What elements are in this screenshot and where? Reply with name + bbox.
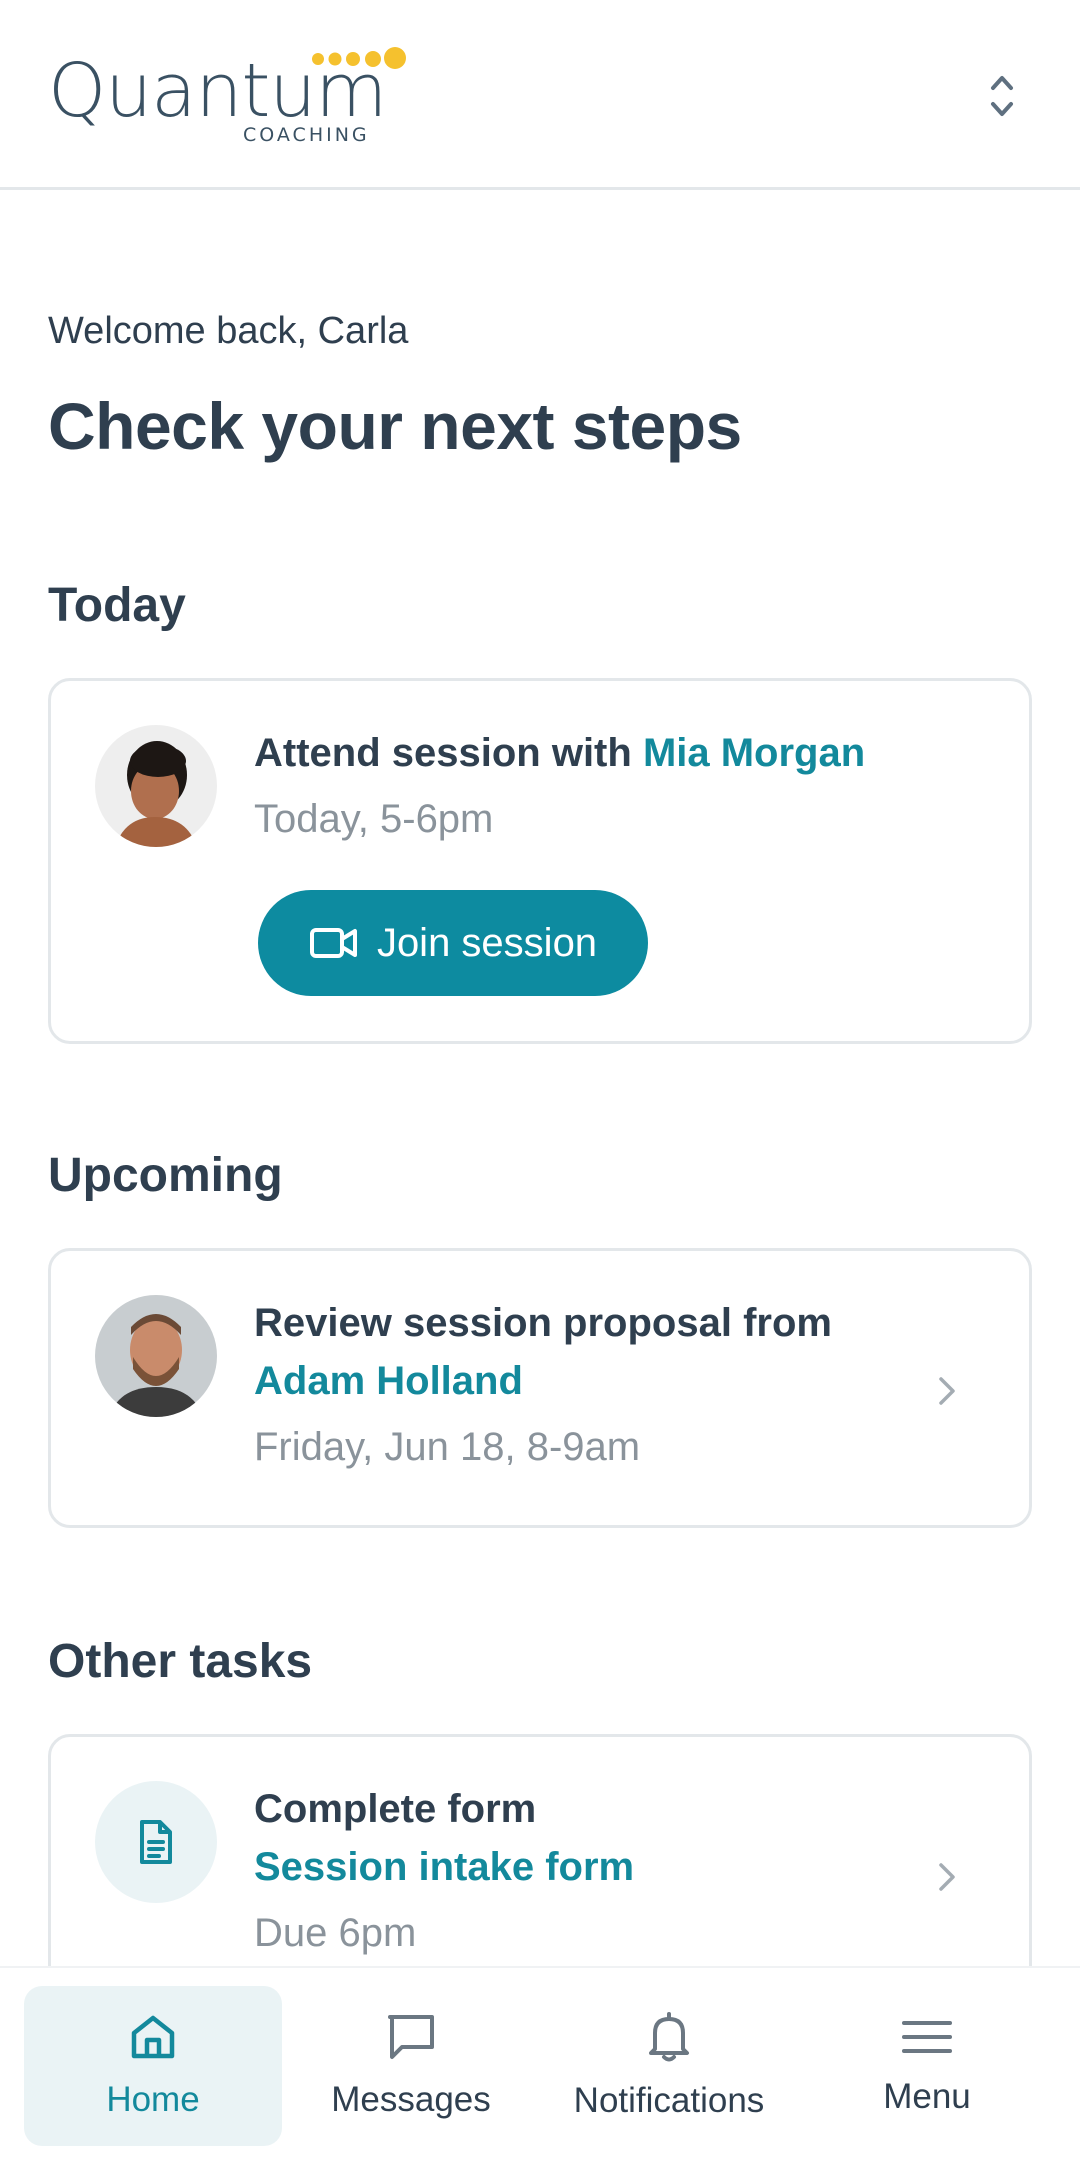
quantum-coaching-logo: Quantum COACHING — [48, 44, 406, 154]
task-action: Attend session with — [254, 731, 632, 775]
bell-icon — [649, 2012, 689, 2062]
home-icon — [131, 2015, 175, 2059]
today-session-card: Attend session with Mia Morgan Today, 5-… — [48, 678, 1032, 1044]
join-session-button[interactable]: Join session — [258, 890, 648, 996]
session-time: Today, 5-6pm — [254, 797, 494, 841]
nav-label-notifications: Notifications — [573, 2081, 765, 2120]
document-icon — [140, 1820, 172, 1864]
home-screen: Quantum COACHING Welcome back, Carla Che… — [0, 0, 1080, 2160]
nav-item-menu[interactable]: Menu — [798, 1986, 1056, 2146]
welcome-message: Welcome back, Carla — [48, 310, 409, 352]
coach-photo — [95, 725, 217, 847]
join-session-label: Join session — [376, 920, 598, 965]
logo-wordmark: Quantum — [48, 48, 387, 134]
coach-name-link[interactable]: Mia Morgan — [643, 731, 865, 775]
page-title: Check your next steps — [48, 389, 742, 463]
video-camera-icon — [309, 928, 357, 958]
coach-photo — [95, 1295, 217, 1417]
chevron-right-icon[interactable] — [935, 1857, 959, 1897]
section-title-upcoming: Upcoming — [48, 1149, 283, 1202]
logo-subtitle: COACHING — [243, 124, 370, 146]
due-time: Due 6pm — [254, 1911, 417, 1955]
chat-bubble-icon — [388, 2015, 434, 2059]
task-action: Complete form — [254, 1787, 537, 1831]
nav-label-home: Home — [106, 2080, 200, 2119]
upcoming-proposal-card[interactable]: Review session proposal from Adam Hollan… — [48, 1248, 1032, 1528]
avatar — [95, 1295, 217, 1417]
section-title-other-tasks: Other tasks — [48, 1635, 313, 1688]
task-action: Review session proposal from — [254, 1301, 832, 1345]
chevron-up-down-icon[interactable] — [982, 68, 1022, 124]
form-name-link[interactable]: Session intake form — [254, 1845, 634, 1890]
chevron-right-icon[interactable] — [935, 1371, 959, 1411]
bottom-navigation: Home Messages Notifications Menu — [0, 1966, 1080, 2160]
nav-item-home[interactable]: Home — [24, 1986, 282, 2146]
nav-label-messages: Messages — [331, 2080, 491, 2119]
hamburger-menu-icon — [902, 2021, 952, 2053]
session-time: Friday, Jun 18, 8-9am — [254, 1425, 641, 1469]
form-icon-circle — [95, 1781, 217, 1903]
app-header: Quantum COACHING — [0, 0, 1080, 190]
nav-item-messages[interactable]: Messages — [282, 1986, 540, 2146]
nav-item-notifications[interactable]: Notifications — [540, 1986, 798, 2146]
nav-label-menu: Menu — [883, 2077, 971, 2116]
avatar — [95, 725, 217, 847]
coach-name-link[interactable]: Adam Holland — [254, 1359, 523, 1404]
section-title-today: Today — [48, 579, 186, 632]
